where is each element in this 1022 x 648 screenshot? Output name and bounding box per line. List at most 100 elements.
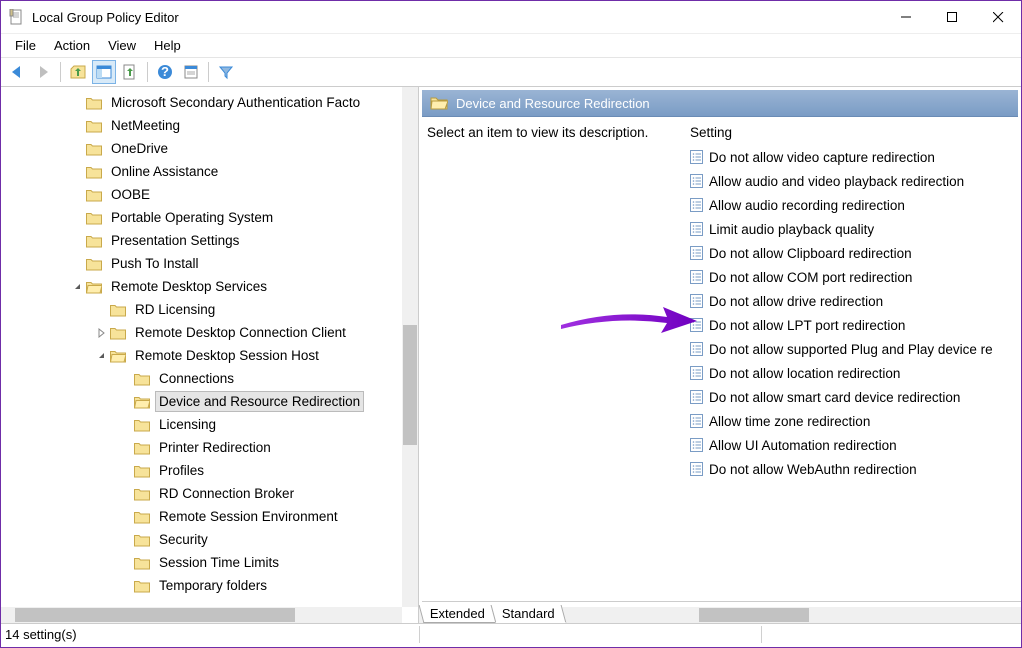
tree-item[interactable]: Remote Desktop Session Host <box>1 344 402 367</box>
tree-item-label: Remote Session Environment <box>155 506 342 527</box>
tree-item[interactable]: Connections <box>1 367 402 390</box>
policy-tree[interactable]: Microsoft Secondary Authentication Facto… <box>1 87 402 597</box>
setting-item[interactable]: Do not allow COM port redirection <box>689 265 1021 289</box>
policy-setting-icon <box>689 293 705 309</box>
tree-item[interactable]: Remote Desktop Services <box>1 275 402 298</box>
menu-action[interactable]: Action <box>46 36 98 55</box>
folder-icon <box>134 533 150 547</box>
setting-item[interactable]: Do not allow WebAuthn redirection <box>689 457 1021 481</box>
forward-button[interactable] <box>31 60 55 84</box>
setting-label: Do not allow supported Plug and Play dev… <box>709 342 993 357</box>
expander-spacer <box>71 142 85 156</box>
setting-item[interactable]: Allow audio recording redirection <box>689 193 1021 217</box>
menu-file[interactable]: File <box>7 36 44 55</box>
title-bar: Local Group Policy Editor <box>1 1 1021 33</box>
expander-spacer <box>119 395 133 409</box>
tree-item-label: RD Licensing <box>131 299 219 320</box>
setting-item[interactable]: Do not allow Clipboard redirection <box>689 241 1021 265</box>
expander-spacer <box>119 372 133 386</box>
folder-icon <box>86 188 102 202</box>
tab-standard[interactable]: Standard <box>491 605 567 623</box>
tree-item[interactable]: Presentation Settings <box>1 229 402 252</box>
setting-label: Do not allow smart card device redirecti… <box>709 390 960 405</box>
up-one-level-button[interactable] <box>66 60 90 84</box>
tree-item[interactable]: Printer Redirection <box>1 436 402 459</box>
expander-spacer <box>119 579 133 593</box>
policy-setting-icon <box>689 437 705 453</box>
setting-item[interactable]: Limit audio playback quality <box>689 217 1021 241</box>
setting-item[interactable]: Allow UI Automation redirection <box>689 433 1021 457</box>
close-button[interactable] <box>975 1 1021 33</box>
column-header-setting[interactable]: Setting <box>689 125 1021 145</box>
tree-item-label: Online Assistance <box>107 161 222 182</box>
tree-item[interactable]: Push To Install <box>1 252 402 275</box>
status-divider <box>761 626 762 643</box>
folder-icon <box>110 326 126 340</box>
setting-item[interactable]: Allow audio and video playback redirecti… <box>689 169 1021 193</box>
policy-setting-icon <box>689 149 705 165</box>
tree-item[interactable]: Security <box>1 528 402 551</box>
setting-item[interactable]: Allow time zone redirection <box>689 409 1021 433</box>
app-icon <box>9 9 25 25</box>
menu-view[interactable]: View <box>100 36 144 55</box>
window-title: Local Group Policy Editor <box>32 10 883 25</box>
policy-setting-icon <box>689 197 705 213</box>
tree-item[interactable]: RD Connection Broker <box>1 482 402 505</box>
expander-spacer <box>119 533 133 547</box>
tree-item[interactable]: Online Assistance <box>1 160 402 183</box>
filter-button[interactable] <box>214 60 238 84</box>
export-list-button[interactable] <box>118 60 142 84</box>
separator <box>208 62 209 82</box>
tree-item[interactable]: Microsoft Secondary Authentication Facto <box>1 91 402 114</box>
folder-icon <box>86 96 102 110</box>
chevron-right-icon[interactable] <box>95 326 109 340</box>
help-button[interactable]: ? <box>153 60 177 84</box>
tab-extended[interactable]: Extended <box>419 605 497 623</box>
policy-setting-icon <box>689 341 705 357</box>
tree-item[interactable]: Device and Resource Redirection <box>1 390 402 413</box>
svg-text:?: ? <box>161 64 169 79</box>
menu-help[interactable]: Help <box>146 36 189 55</box>
tree-item-label: Session Time Limits <box>155 552 283 573</box>
tree-item[interactable]: Session Time Limits <box>1 551 402 574</box>
tree-item[interactable]: Portable Operating System <box>1 206 402 229</box>
setting-label: Allow audio and video playback redirecti… <box>709 174 964 189</box>
folder-icon <box>86 142 102 156</box>
tree-item[interactable]: OOBE <box>1 183 402 206</box>
chevron-down-icon[interactable] <box>95 349 109 363</box>
setting-item[interactable]: Do not allow video capture redirection <box>689 145 1021 169</box>
show-hide-tree-button[interactable] <box>92 60 116 84</box>
folder-icon <box>134 372 150 386</box>
maximize-button[interactable] <box>929 1 975 33</box>
setting-item[interactable]: Do not allow LPT port redirection <box>689 313 1021 337</box>
folder-icon <box>86 257 102 271</box>
back-button[interactable] <box>5 60 29 84</box>
horizontal-scrollbar[interactable] <box>1 607 402 623</box>
tree-item[interactable]: RD Licensing <box>1 298 402 321</box>
tree-item[interactable]: Licensing <box>1 413 402 436</box>
setting-item[interactable]: Do not allow smart card device redirecti… <box>689 385 1021 409</box>
tree-item[interactable]: Remote Desktop Connection Client <box>1 321 402 344</box>
tree-item[interactable]: NetMeeting <box>1 114 402 137</box>
expander-spacer <box>119 464 133 478</box>
expander-spacer <box>119 510 133 524</box>
policy-setting-icon <box>689 461 705 477</box>
setting-label: Allow time zone redirection <box>709 414 870 429</box>
status-divider <box>419 626 420 643</box>
setting-item[interactable]: Do not allow location redirection <box>689 361 1021 385</box>
setting-label: Do not allow COM port redirection <box>709 270 912 285</box>
tree-item[interactable]: Remote Session Environment <box>1 505 402 528</box>
tree-item-label: Temporary folders <box>155 575 271 596</box>
tree-item[interactable]: Temporary folders <box>1 574 402 597</box>
properties-button[interactable] <box>179 60 203 84</box>
vertical-scrollbar[interactable] <box>402 87 418 607</box>
folder-icon <box>134 556 150 570</box>
chevron-down-icon[interactable] <box>71 280 85 294</box>
tree-item[interactable]: OneDrive <box>1 137 402 160</box>
tree-item[interactable]: Profiles <box>1 459 402 482</box>
minimize-button[interactable] <box>883 1 929 33</box>
setting-item[interactable]: Do not allow drive redirection <box>689 289 1021 313</box>
setting-item[interactable]: Do not allow supported Plug and Play dev… <box>689 337 1021 361</box>
expander-spacer <box>71 234 85 248</box>
tree-item-label: Security <box>155 529 212 550</box>
